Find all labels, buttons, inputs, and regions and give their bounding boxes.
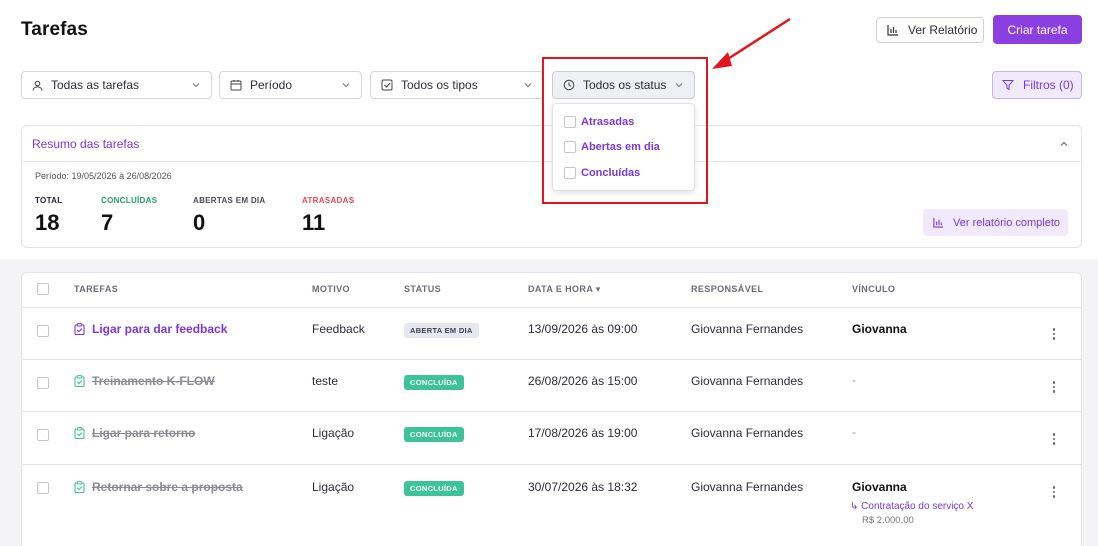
row-checkbox[interactable] — [37, 429, 49, 441]
column-header-owner[interactable]: RESPONSÁVEL — [691, 284, 763, 294]
row-checkbox[interactable] — [37, 325, 49, 337]
more-filters-label: Filtros (0) — [1023, 78, 1074, 92]
chevron-down-icon — [192, 83, 200, 88]
task-owner: Giovanna Fernandes — [691, 480, 804, 494]
owner-filter-label: Todas as tarefas — [51, 78, 140, 92]
stat-value: 11 — [302, 210, 326, 235]
task-name: Retornar sobre a proposta — [92, 480, 243, 494]
more-filters-button[interactable]: Filtros (0) — [992, 71, 1082, 99]
row-menu-icon[interactable] — [1052, 328, 1056, 342]
task-name-link[interactable]: Retornar sobre a proposta — [74, 480, 243, 494]
page-title: Tarefas — [21, 19, 88, 40]
period-filter-label: Período — [250, 78, 293, 92]
chevron-down-icon — [524, 83, 532, 88]
stat-value: 18 — [35, 210, 60, 235]
task-name-link[interactable]: Ligar para retorno — [74, 426, 195, 440]
task-link-detail[interactable]: ↳ Contratação do serviço X — [850, 501, 973, 512]
task-clipboard-icon — [74, 375, 85, 387]
row-checkbox[interactable] — [37, 482, 49, 494]
task-name: Ligar para dar feedback — [92, 322, 228, 336]
column-header-reason[interactable]: MOTIVO — [312, 284, 350, 294]
task-reason: Feedback — [312, 322, 365, 336]
full-report-label: Ver relatório completo — [953, 216, 1060, 229]
select-all-checkbox[interactable] — [37, 283, 49, 295]
status-badge: ABERTA EM DIA — [404, 323, 479, 338]
stat-done: CONCLUÍDAS 7 — [101, 196, 157, 236]
table-row[interactable]: Ligar para retorno Ligação CONCLUÍDA 17/… — [22, 411, 1081, 464]
checkbox-square-icon — [381, 79, 393, 91]
summary-title: Resumo das tarefas — [32, 136, 140, 151]
chevron-down-icon — [342, 83, 350, 88]
period-filter[interactable]: Período — [219, 71, 362, 99]
status-badge: CONCLUÍDA — [404, 427, 464, 442]
task-datetime: 17/08/2026 às 19:00 — [528, 426, 638, 440]
report-button-label: Ver Relatório — [908, 23, 978, 37]
bar-chart-icon — [887, 25, 898, 36]
tasks-table: TAREFAS MOTIVO STATUS DATA E HORA ▾ RESP… — [21, 272, 1082, 546]
stat-label: ABERTAS EM DIA — [193, 196, 266, 205]
stat-value: 7 — [101, 210, 114, 235]
status-badge: CONCLUÍDA — [404, 375, 464, 390]
task-reason: Ligação — [312, 480, 355, 494]
table-row[interactable]: Ligar para dar feedback Feedback ABERTA … — [22, 307, 1081, 359]
task-name: Treinamento K-FLOW — [92, 374, 215, 388]
stat-total: TOTAL 18 — [35, 196, 62, 236]
task-link[interactable]: Giovanna — [852, 322, 907, 336]
annotation-arrow-icon — [712, 17, 791, 69]
task-reason: teste — [312, 374, 339, 388]
create-task-button[interactable]: Criar tarefa — [993, 15, 1082, 44]
stat-open: ABERTAS EM DIA 0 — [193, 196, 266, 236]
task-link-value: R$ 2.000,00 — [862, 515, 914, 526]
funnel-icon — [1002, 80, 1014, 91]
stat-label: TOTAL — [35, 196, 63, 205]
calendar-icon — [230, 80, 242, 91]
column-header-tasks[interactable]: TAREFAS — [74, 284, 118, 294]
full-report-button[interactable]: Ver relatório completo — [923, 209, 1068, 236]
task-owner: Giovanna Fernandes — [691, 374, 804, 388]
row-menu-icon[interactable] — [1052, 433, 1056, 447]
owner-filter[interactable]: Todas as tarefas — [21, 71, 212, 99]
task-link[interactable]: Giovanna — [852, 480, 907, 494]
stat-late: ATRASADAS 11 — [302, 196, 354, 236]
stat-label: CONCLUÍDAS — [101, 196, 158, 205]
task-link: - — [852, 373, 856, 387]
task-datetime: 30/07/2026 às 18:32 — [528, 480, 638, 494]
bar-chart-icon — [933, 217, 944, 228]
column-header-date[interactable]: DATA E HORA ▾ — [528, 284, 601, 295]
column-header-link[interactable]: VÍNCULO — [852, 284, 895, 294]
table-row[interactable]: Retornar sobre a proposta Ligação CONCLU… — [22, 464, 1081, 544]
task-name-link[interactable]: Treinamento K-FLOW — [74, 374, 215, 388]
table-row[interactable]: Treinamento K-FLOW teste CONCLUÍDA 26/08… — [22, 359, 1081, 411]
row-menu-icon[interactable] — [1052, 486, 1056, 500]
types-filter-label: Todos os tipos — [401, 78, 478, 92]
task-name-link[interactable]: Ligar para dar feedback — [74, 322, 227, 336]
column-header-status[interactable]: STATUS — [404, 284, 441, 294]
types-filter[interactable]: Todos os tipos — [370, 71, 544, 99]
report-button[interactable]: Ver Relatório — [876, 17, 984, 43]
task-clipboard-icon — [74, 427, 85, 439]
task-clipboard-icon — [74, 323, 85, 335]
annotation-highlight-box — [542, 57, 708, 204]
row-menu-icon[interactable] — [1052, 381, 1056, 395]
task-owner: Giovanna Fernandes — [691, 426, 804, 440]
task-reason: Ligação — [312, 426, 355, 440]
stat-value: 0 — [193, 210, 206, 235]
task-link: - — [852, 425, 856, 439]
row-checkbox[interactable] — [37, 377, 49, 389]
summary-period: Período: 19/05/2026 à 26/08/2026 — [35, 171, 172, 181]
chevron-up-icon[interactable] — [1059, 139, 1069, 149]
task-clipboard-icon — [74, 481, 85, 493]
task-owner: Giovanna Fernandes — [691, 322, 804, 336]
task-name: Ligar para retorno — [92, 426, 196, 440]
task-datetime: 13/09/2026 às 09:00 — [528, 322, 638, 336]
stat-label: ATRASADAS — [302, 196, 355, 205]
user-icon — [32, 80, 43, 91]
task-datetime: 26/08/2026 às 15:00 — [528, 374, 638, 388]
status-badge: CONCLUÍDA — [404, 481, 464, 496]
